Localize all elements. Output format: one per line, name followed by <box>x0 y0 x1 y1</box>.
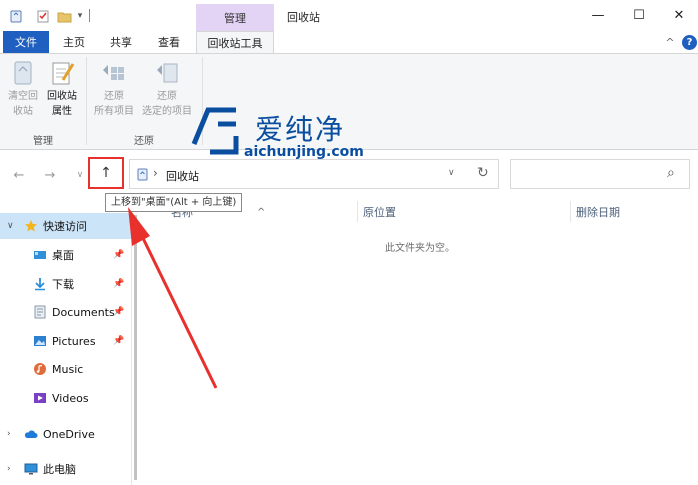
navigation-pane: ∨ 快速访问 桌面 📌 下载 📌 Documents 📌 Pictures 📌 … <box>0 211 131 485</box>
nav-label-pictures: Pictures <box>52 334 96 348</box>
manage-group-label: 管理 <box>33 136 53 147</box>
pin-icon: 📌 <box>113 307 125 317</box>
pin-icon: 📌 <box>113 250 125 260</box>
nav-label-videos: Videos <box>52 391 89 405</box>
nav-this-pc[interactable]: › 此电脑 <box>0 456 131 482</box>
restore-group-label: 还原 <box>134 136 154 147</box>
restore-all-label-2: 所有项目 <box>94 106 134 117</box>
watermark-url: aichunjing.com <box>244 144 364 160</box>
properties-icon <box>52 62 75 85</box>
forward-button[interactable]: → <box>41 166 59 184</box>
recycle-bin-location-icon <box>136 167 149 184</box>
videos-icon <box>34 393 46 403</box>
nav-music[interactable]: Music <box>0 356 131 382</box>
column-header-date-deleted[interactable]: 删除日期 <box>576 200 620 224</box>
expanded-chevron-icon[interactable]: ∨ <box>7 221 14 231</box>
address-bar[interactable]: › 回收站 ∨ ↻ <box>129 159 499 189</box>
search-icon: ⌕ <box>667 165 675 181</box>
watermark-text: 爱纯净 <box>255 113 346 146</box>
restore-all-icon <box>103 65 124 80</box>
desktop-icon <box>34 251 46 259</box>
nav-label-quick-access: 快速访问 <box>43 220 87 233</box>
column-divider[interactable] <box>570 201 571 222</box>
restore-selected-label-2: 选定的项目 <box>142 106 192 117</box>
tab-recycle-bin-tools[interactable]: 回收站工具 <box>196 31 274 54</box>
breadcrumb-separator[interactable]: › <box>153 166 158 180</box>
recycle-bin-properties-button[interactable]: 回收站 属性 <box>44 58 80 119</box>
nav-pictures[interactable]: Pictures 📌 <box>0 328 131 354</box>
recycle-bin-app-icon <box>8 8 24 24</box>
minimize-button[interactable]: — <box>575 0 621 31</box>
watermark-logo-icon <box>191 107 239 155</box>
empty-recycle-bin-icon <box>14 61 32 85</box>
column-divider[interactable] <box>357 201 358 222</box>
help-icon[interactable]: ? <box>682 35 697 50</box>
nav-label-onedrive: OneDrive <box>43 427 95 441</box>
nav-quick-access[interactable]: ∨ 快速访问 <box>0 213 131 239</box>
nav-label-this-pc: 此电脑 <box>43 463 76 476</box>
documents-icon <box>34 305 46 319</box>
sort-ascending-icon: ^ <box>257 206 266 218</box>
customize-quick-access-icon[interactable]: ▾ <box>74 8 86 24</box>
title-separator <box>89 9 90 22</box>
nav-desktop[interactable]: 桌面 📌 <box>0 242 131 268</box>
back-button[interactable]: ← <box>10 166 28 184</box>
new-folder-quick-access-icon[interactable] <box>56 8 72 24</box>
restore-selected-label-1: 还原 <box>157 91 177 102</box>
up-button-tooltip: 上移到"桌面"(Alt + 向上键) <box>105 193 243 212</box>
music-icon <box>34 363 46 375</box>
window-title: 回收站 <box>287 11 320 24</box>
column-header-original-location[interactable]: 原位置 <box>363 200 396 224</box>
ribbon-tab-bar: 文件 主页 共享 查看 回收站工具 ^ ? <box>0 31 698 54</box>
breadcrumb-recycle-bin[interactable]: 回收站 <box>166 168 199 184</box>
refresh-icon[interactable]: ↻ <box>477 165 489 181</box>
nav-onedrive[interactable]: › OneDrive <box>0 421 131 447</box>
manage-context-tab-group: 管理 <box>196 4 274 31</box>
empty-bin-label-1: 清空回 <box>8 91 38 102</box>
restore-all-items-button[interactable]: 还原 所有项目 <box>92 58 136 119</box>
pin-icon: 📌 <box>113 336 125 346</box>
nav-label-desktop: 桌面 <box>52 249 74 262</box>
computer-icon <box>24 463 38 475</box>
restore-all-label-1: 还原 <box>104 91 124 102</box>
empty-recycle-bin-button[interactable]: 清空回 收站 <box>6 58 40 119</box>
navigation-scrollbar[interactable] <box>131 211 141 485</box>
tab-share[interactable]: 共享 <box>101 31 141 53</box>
nav-videos[interactable]: Videos <box>0 385 131 411</box>
up-one-level-button[interactable]: ↑ <box>88 157 124 189</box>
nav-label-downloads: 下载 <box>52 278 74 291</box>
scrollbar-thumb[interactable] <box>134 215 137 480</box>
properties-label-2: 属性 <box>52 106 72 117</box>
search-input[interactable]: ⌕ <box>510 159 690 189</box>
ribbon-group-separator <box>86 57 87 145</box>
nav-downloads[interactable]: 下载 📌 <box>0 271 131 297</box>
properties-quick-access-icon[interactable] <box>33 8 53 24</box>
tab-view[interactable]: 查看 <box>150 31 188 53</box>
nav-label-documents: Documents <box>52 305 115 319</box>
recent-locations-button[interactable]: ∨ <box>71 166 89 184</box>
title-bar: ▾ 管理 回收站 — ☐ ✕ <box>0 0 698 31</box>
cloud-icon <box>24 430 38 438</box>
nav-documents[interactable]: Documents 📌 <box>0 299 131 325</box>
collapse-ribbon-icon[interactable]: ^ <box>664 31 676 53</box>
close-button[interactable]: ✕ <box>656 0 698 31</box>
properties-label-1: 回收站 <box>47 91 77 102</box>
empty-folder-message: 此文件夹为空。 <box>385 243 455 254</box>
empty-bin-label-2: 收站 <box>13 106 33 117</box>
tab-file[interactable]: 文件 <box>3 31 49 53</box>
address-dropdown-icon[interactable]: ∨ <box>448 168 455 178</box>
collapsed-chevron-icon[interactable]: › <box>7 464 11 474</box>
nav-label-music: Music <box>52 362 84 376</box>
collapsed-chevron-icon[interactable]: › <box>7 429 11 439</box>
pin-icon: 📌 <box>113 279 125 289</box>
download-icon <box>35 278 45 291</box>
restore-selected-items-button[interactable]: 还原 选定的项目 <box>140 58 194 119</box>
star-icon <box>25 220 37 232</box>
pictures-icon <box>34 336 46 346</box>
tab-home[interactable]: 主页 <box>56 31 92 53</box>
ribbon: 清空回 收站 回收站 属性 管理 还原 所有项目 还原 选定的项目 还原 <box>0 53 698 150</box>
restore-selected-icon <box>157 63 178 83</box>
